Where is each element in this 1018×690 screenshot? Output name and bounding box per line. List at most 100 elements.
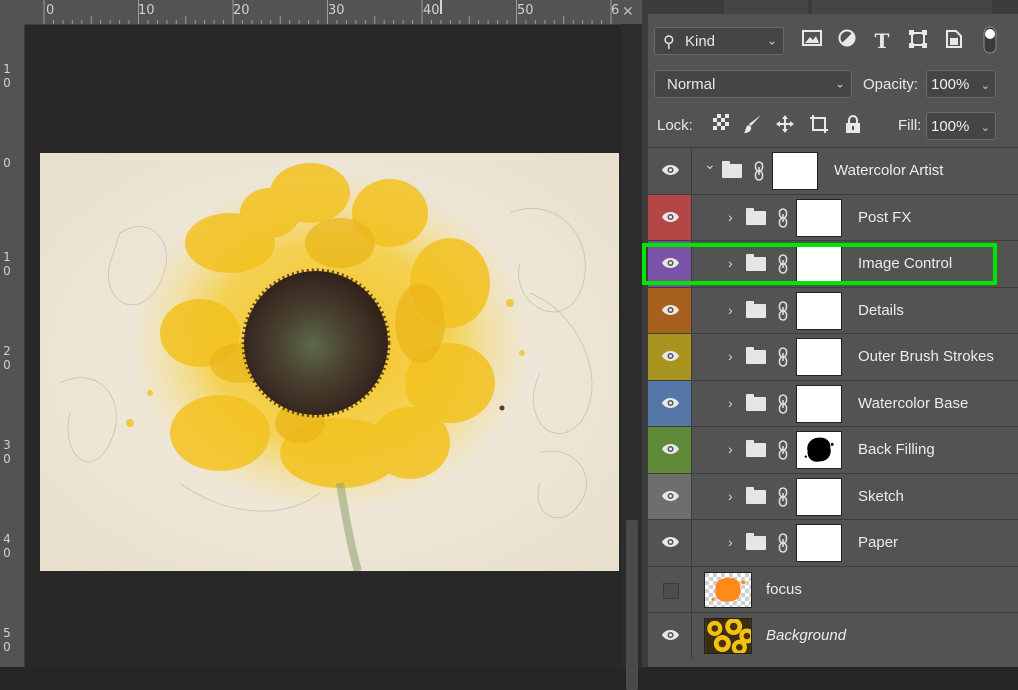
eye-icon xyxy=(661,628,680,642)
visibility-toggle[interactable] xyxy=(648,566,692,612)
ruler-label: 3 0 xyxy=(3,438,11,466)
filter-toggle-switch[interactable] xyxy=(978,26,1002,54)
filter-kind-label: Kind xyxy=(685,33,716,50)
vertical-ruler[interactable]: 1 0 0 1 0 2 0 3 0 4 0 5 0 xyxy=(0,24,25,667)
visibility-toggle[interactable] xyxy=(648,148,692,194)
layer-row[interactable]: ⌄ Watercolor Artist xyxy=(648,147,1018,194)
lock-position-icon[interactable] xyxy=(774,114,796,136)
panel-tab[interactable] xyxy=(812,0,992,14)
chevron-right-icon[interactable]: › xyxy=(728,302,733,318)
layers-panel: ⚲ Kind ⌄ T Normal ⌄ Opacity: 100% ⌄ Lock… xyxy=(642,0,1018,667)
visibility-toggle[interactable] xyxy=(648,287,692,333)
visibility-toggle[interactable] xyxy=(648,520,692,566)
filter-kind-dropdown[interactable]: ⚲ Kind ⌄ xyxy=(654,27,784,55)
chevron-right-icon[interactable]: › xyxy=(728,209,733,225)
link-icon[interactable] xyxy=(778,486,788,507)
layer-mask-thumbnail[interactable] xyxy=(796,384,842,423)
chevron-right-icon[interactable]: › xyxy=(728,255,733,271)
folder-icon xyxy=(746,254,766,271)
folder-icon xyxy=(746,207,766,225)
visibility-toggle[interactable] xyxy=(648,473,692,519)
chevron-down-icon: ⌄ xyxy=(766,33,777,48)
lock-image-pixels-icon[interactable] xyxy=(742,114,764,136)
opacity-label: Opacity: xyxy=(863,76,919,93)
visibility-toggle[interactable] xyxy=(648,334,692,380)
chevron-down-icon: ⌄ xyxy=(980,122,990,134)
link-icon[interactable] xyxy=(754,161,764,181)
layer-name: Back Filling xyxy=(858,441,935,458)
link-icon[interactable] xyxy=(778,347,788,367)
folder-icon xyxy=(746,347,766,364)
eye-icon xyxy=(661,489,680,503)
visibility-toggle[interactable] xyxy=(648,613,692,659)
folder-icon xyxy=(746,486,766,504)
layer-row[interactable]: Background xyxy=(648,612,1018,659)
chevron-right-icon[interactable]: › xyxy=(728,534,733,550)
adjustment-filter-icon[interactable] xyxy=(835,29,859,53)
visibility-toggle[interactable] xyxy=(648,380,692,426)
layer-name: Paper xyxy=(858,534,899,551)
fill-input[interactable]: 100% ⌄ xyxy=(926,112,996,140)
layer-mask-thumbnail[interactable] xyxy=(796,431,842,469)
blend-mode-dropdown[interactable]: Normal ⌄ xyxy=(654,70,852,98)
layer-row[interactable]: › Outer Brush Strokes xyxy=(648,333,1018,380)
vertical-scrollbar[interactable] xyxy=(622,24,642,690)
layer-mask-thumbnail[interactable] xyxy=(796,477,842,516)
layer-row[interactable]: › Sketch xyxy=(648,472,1018,519)
opacity-value: 100% xyxy=(931,76,970,93)
layer-row[interactable]: › Back Filling xyxy=(648,426,1018,473)
link-icon[interactable] xyxy=(778,207,788,228)
lock-label: Lock: xyxy=(657,117,693,134)
layer-mask-thumbnail[interactable] xyxy=(772,152,818,190)
link-icon[interactable] xyxy=(778,254,788,274)
layer-row[interactable]: › Post FX xyxy=(648,193,1018,240)
layer-mask-thumbnail[interactable] xyxy=(796,198,842,237)
layer-thumbnail[interactable] xyxy=(704,618,755,655)
layer-row[interactable]: › Image Control xyxy=(648,240,1018,287)
ruler-label: 2 0 xyxy=(3,344,11,372)
eye-icon xyxy=(661,396,680,410)
ruler-origin[interactable] xyxy=(0,0,24,24)
layer-thumbnail[interactable] xyxy=(704,571,752,608)
visibility-toggle[interactable] xyxy=(648,427,692,473)
link-icon[interactable] xyxy=(778,440,788,460)
lock-artboard-icon[interactable] xyxy=(808,114,830,136)
shape-filter-icon[interactable] xyxy=(906,29,930,53)
layer-row[interactable]: focus xyxy=(648,565,1018,612)
image-filter-icon[interactable] xyxy=(800,29,824,53)
lock-transparent-pixels-icon[interactable] xyxy=(710,114,732,136)
horizontal-ruler[interactable]: 0 10 20 30 40 50 6 xyxy=(0,0,642,25)
chevron-right-icon[interactable]: › xyxy=(728,488,733,504)
chevron-right-icon[interactable]: › xyxy=(728,348,733,364)
chevron-right-icon[interactable]: › xyxy=(728,395,733,411)
layer-mask-thumbnail[interactable] xyxy=(796,291,842,330)
close-icon[interactable]: ✕ xyxy=(622,3,634,20)
scrollbar-thumb[interactable] xyxy=(626,520,638,690)
layer-row[interactable]: › Watercolor Base xyxy=(648,379,1018,426)
ruler-label: 1 0 xyxy=(3,250,11,278)
eye-icon xyxy=(661,303,680,317)
visibility-toggle[interactable] xyxy=(648,194,692,240)
visibility-toggle[interactable] xyxy=(648,241,692,287)
link-icon[interactable] xyxy=(778,393,788,414)
layer-row[interactable]: › Details xyxy=(648,286,1018,333)
document-canvas-area[interactable]: 0 10 20 30 40 50 6 1 0 0 1 0 2 0 3 0 4 0… xyxy=(0,0,642,690)
link-icon[interactable] xyxy=(778,533,788,553)
link-icon[interactable] xyxy=(778,300,788,321)
layer-row[interactable]: › Paper xyxy=(648,519,1018,566)
lock-all-icon[interactable] xyxy=(842,114,864,136)
chevron-down-icon[interactable]: ⌄ xyxy=(704,156,716,173)
opacity-input[interactable]: 100% ⌄ xyxy=(926,70,996,98)
layer-mask-thumbnail[interactable] xyxy=(796,245,842,283)
hidden-visibility-box xyxy=(663,582,679,599)
layer-name: Watercolor Base xyxy=(858,394,969,412)
layer-mask-thumbnail[interactable] xyxy=(796,524,842,562)
chevron-right-icon[interactable]: › xyxy=(728,441,733,457)
type-filter-icon[interactable]: T xyxy=(870,29,894,53)
panel-tab[interactable] xyxy=(724,0,808,14)
ruler-label: 1 0 xyxy=(3,62,11,90)
ruler-ticks xyxy=(43,0,612,24)
smart-object-filter-icon[interactable] xyxy=(942,29,966,53)
layer-mask-thumbnail[interactable] xyxy=(796,338,842,376)
eye-icon xyxy=(661,210,680,224)
